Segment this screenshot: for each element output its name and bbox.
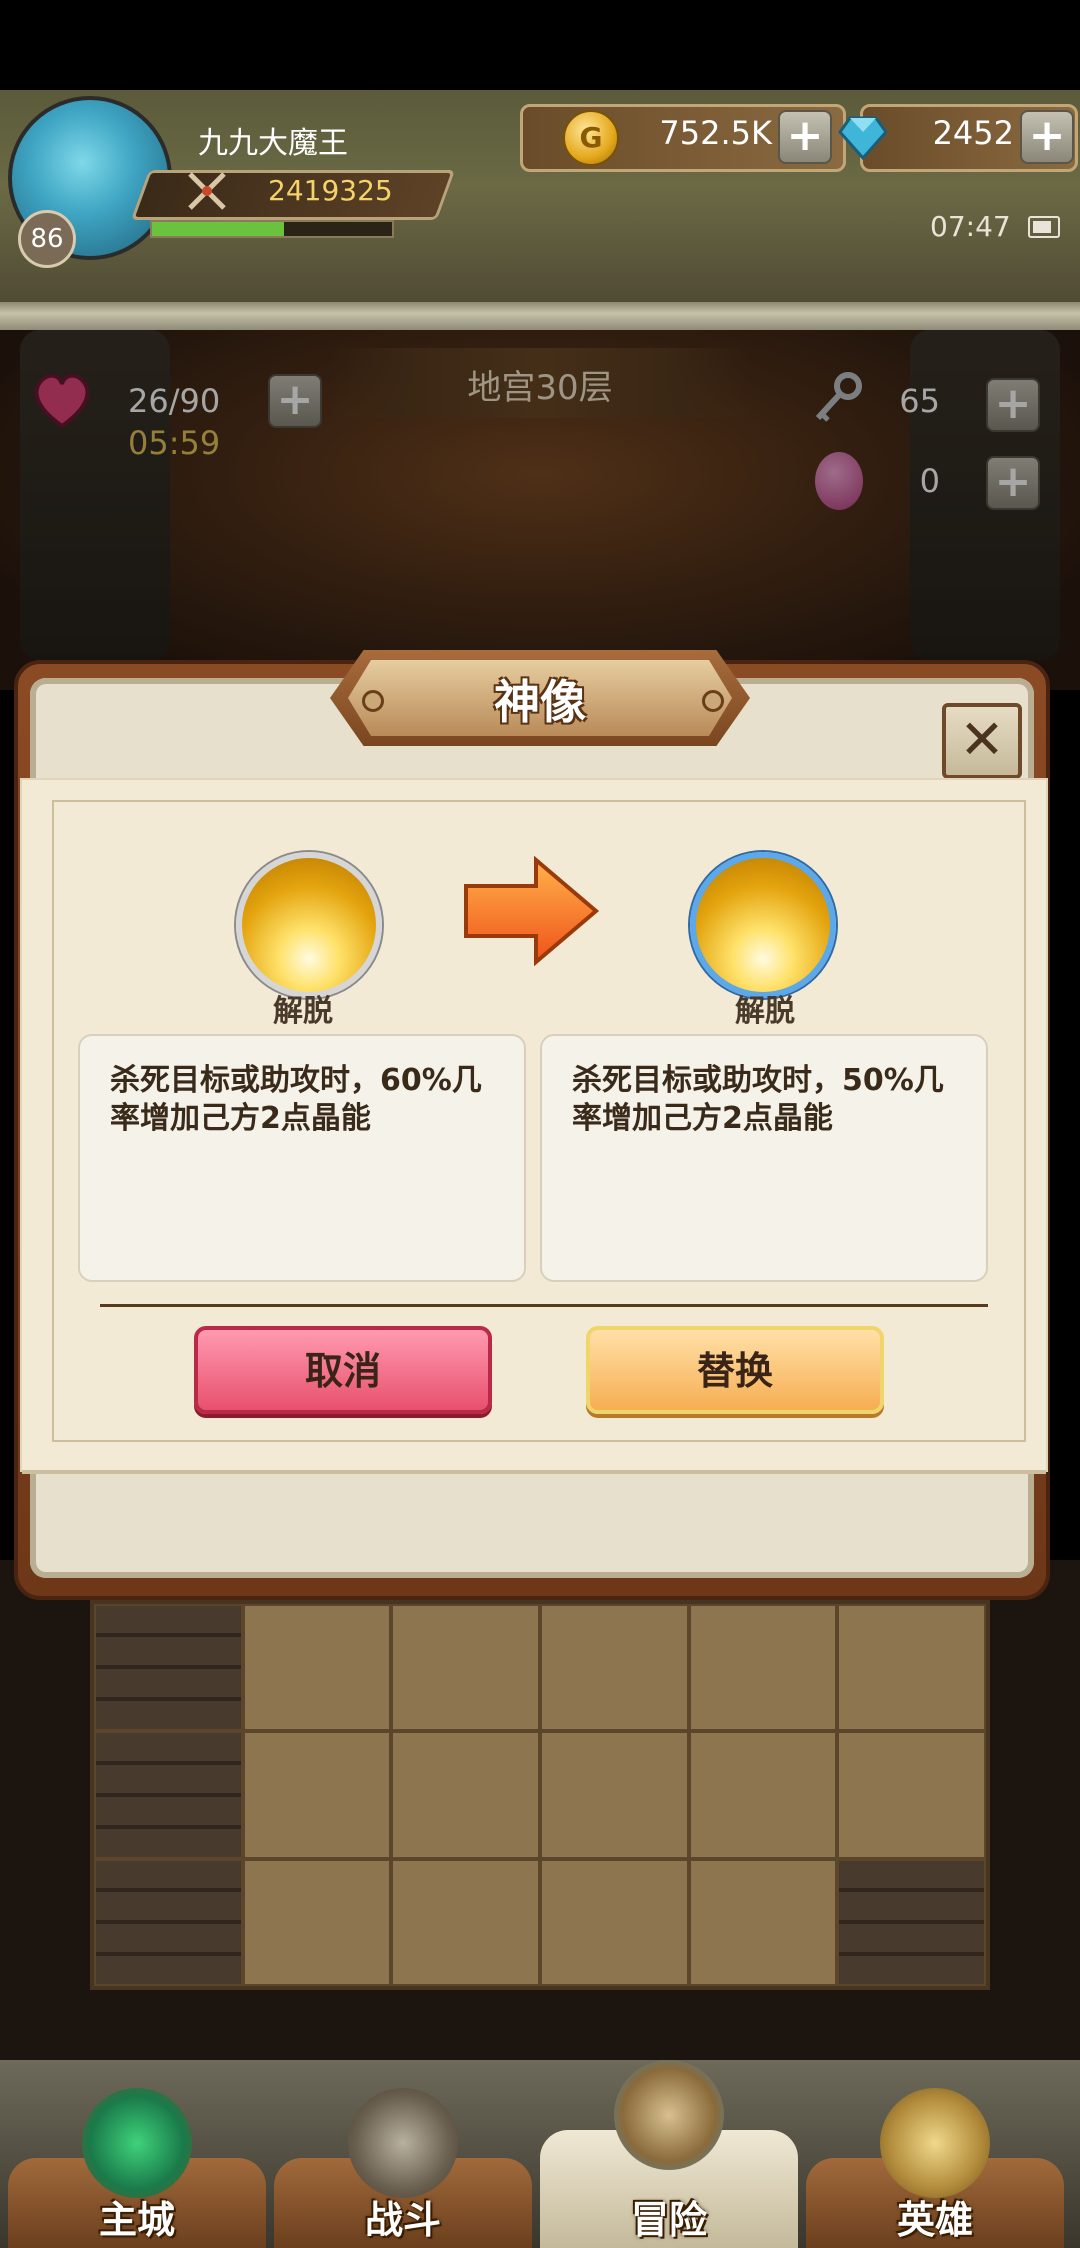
- gem-amount: 2452: [932, 114, 1014, 152]
- bottom-nav: 主城 战斗 冒险 英雄: [0, 2060, 1080, 2248]
- new-skill-name: 解脱: [735, 994, 795, 1029]
- castle-icon: [82, 2088, 192, 2198]
- hero-emblem-icon: [880, 2088, 990, 2198]
- diamond-icon: [838, 116, 888, 161]
- add-gold-button[interactable]: +: [778, 110, 832, 164]
- new-skill-description: 杀死目标或助攻时，50%几率增加己方2点晶能: [540, 1034, 988, 1282]
- player-level-badge: 86: [18, 210, 76, 268]
- arrow-right-icon: [464, 856, 600, 966]
- cancel-button[interactable]: 取消: [194, 1326, 492, 1414]
- gold-amount: 752.5K: [659, 114, 772, 152]
- close-button[interactable]: ✕: [942, 703, 1022, 779]
- tab-heroes[interactable]: 英雄: [806, 2088, 1064, 2248]
- player-power: 2419325: [268, 174, 393, 207]
- crossed-swords-icon: [348, 2088, 458, 2198]
- current-skill-description: 杀死目标或助攻时，60%几率增加己方2点晶能: [78, 1034, 526, 1282]
- battery-icon: [1028, 216, 1060, 238]
- tab-label: 主城: [98, 2198, 175, 2242]
- exp-bar-fill: [152, 222, 284, 236]
- current-skill-description-text: 杀死目标或助攻时，60%几率增加己方2点晶能: [110, 1063, 482, 1136]
- clock: 07:47: [930, 210, 1011, 243]
- gold-coin-icon: G: [563, 110, 619, 166]
- tab-label: 冒险: [630, 2198, 707, 2242]
- current-skill-icon: [236, 852, 382, 998]
- new-skill-icon: [690, 852, 836, 998]
- status-bar: [0, 0, 1080, 90]
- new-skill-description-text: 杀死目标或助攻时，50%几率增加己方2点晶能: [572, 1063, 944, 1136]
- tab-main-city[interactable]: 主城: [8, 2088, 266, 2248]
- tab-label: 英雄: [896, 2198, 973, 2242]
- divider: [100, 1304, 988, 1307]
- tab-battle[interactable]: 战斗: [274, 2088, 532, 2248]
- crossed-swords-icon: [188, 172, 226, 210]
- dialog-title: 神像: [494, 675, 586, 729]
- add-gems-button[interactable]: +: [1020, 110, 1074, 164]
- tab-label: 战斗: [364, 2198, 441, 2242]
- current-skill-name: 解脱: [273, 994, 333, 1029]
- tab-adventure[interactable]: 冒险: [540, 2060, 798, 2248]
- scroll-map-icon: [614, 2060, 724, 2170]
- replace-button[interactable]: 替换: [586, 1326, 884, 1414]
- player-name: 九九大魔王: [198, 126, 348, 161]
